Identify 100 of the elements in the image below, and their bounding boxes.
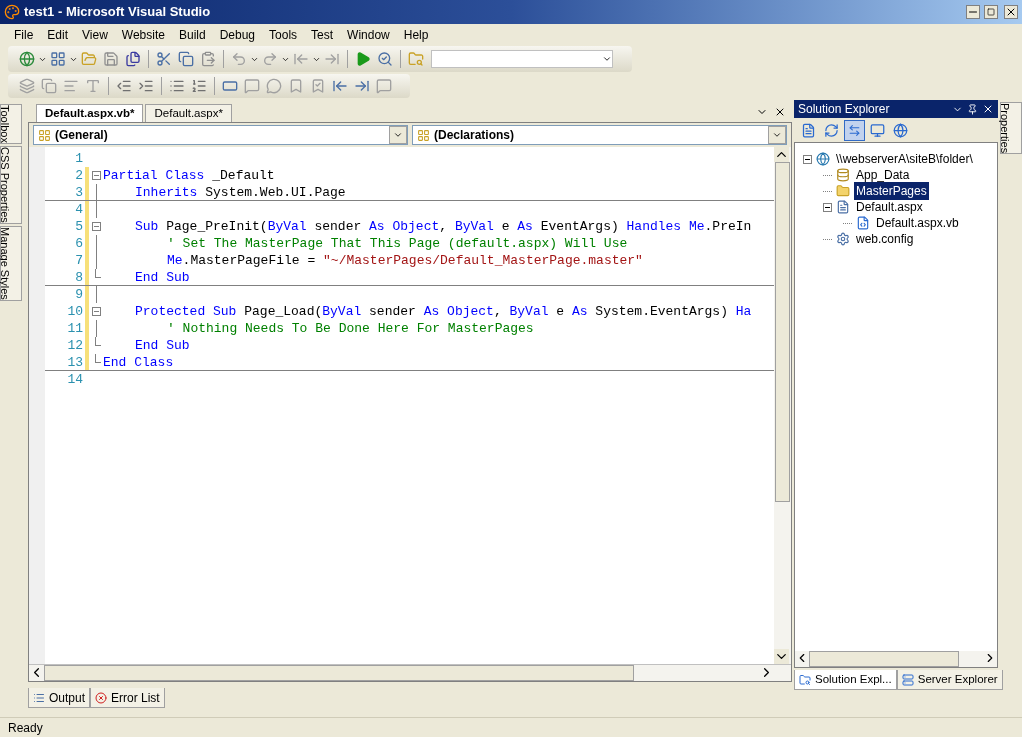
menu-item[interactable]: File — [8, 26, 40, 44]
bookmark-icon[interactable] — [310, 78, 326, 94]
code-line: Protected Sub Page_Load(ByVal sender As Object, ByVal e As System.EventArgs) Ha — [134, 303, 752, 320]
editor-tab[interactable]: Default.aspx* — [145, 104, 232, 122]
editor-tab[interactable]: Default.aspx.vb* — [36, 104, 144, 122]
bookmark-icon[interactable] — [288, 78, 304, 94]
folder-search-icon[interactable] — [408, 51, 424, 67]
line-number: 4 — [74, 201, 84, 218]
comment-icon[interactable] — [244, 78, 260, 94]
error-icon — [95, 691, 108, 704]
folder-icon — [836, 184, 850, 198]
menu-item[interactable]: Edit — [41, 26, 75, 44]
horizontal-scrollbar[interactable] — [795, 651, 997, 667]
window-title: test1 - Microsoft Visual Studio — [24, 3, 211, 22]
panel-tab[interactable]: Error List — [90, 688, 165, 708]
arrow-right-icon[interactable] — [354, 78, 370, 94]
save-all-icon[interactable] — [125, 51, 141, 67]
status-text: Ready — [8, 719, 43, 737]
caret-icon[interactable] — [602, 54, 612, 64]
scroll-thumb[interactable] — [809, 651, 959, 667]
collapse-icon[interactable] — [91, 171, 101, 180]
text-icon[interactable] — [85, 78, 101, 94]
line-number: 8 — [74, 269, 84, 285]
indent-icon[interactable] — [138, 78, 154, 94]
collapse-icon[interactable] — [91, 307, 101, 316]
arrow-left-icon[interactable] — [332, 78, 348, 94]
panel-tab[interactable]: Output — [28, 688, 91, 708]
panel-tab[interactable]: Solution Expl... — [794, 670, 897, 690]
maximize-button[interactable] — [984, 5, 998, 19]
copy-icon[interactable] — [41, 78, 57, 94]
menu-item[interactable]: Debug — [213, 26, 262, 44]
code-line: Sub Page_PreInit(ByVal sender As Object, ByVal e As EventArgs) Handles Me.PreIn — [134, 218, 752, 235]
layers-icon[interactable] — [19, 78, 35, 94]
menu-item[interactable]: Website — [115, 26, 171, 44]
search-icon[interactable] — [377, 51, 393, 67]
tree-item[interactable]: Default.aspx.vb — [874, 214, 961, 232]
panel-title: Solution Explorer — [798, 101, 891, 118]
close-icon[interactable] — [982, 103, 994, 115]
line-number: 13 — [66, 354, 84, 370]
panel-tab[interactable]: Server Explorer — [896, 670, 1003, 690]
play-icon[interactable] — [355, 51, 371, 67]
list-icon — [33, 691, 45, 704]
vertical-scrollbar[interactable] — [774, 147, 791, 664]
scroll-thumb[interactable] — [44, 665, 634, 681]
tree-item[interactable]: web.config — [854, 230, 916, 248]
paste-icon[interactable] — [200, 51, 216, 67]
menu-item[interactable]: Tools — [263, 26, 304, 44]
scroll-up-icon[interactable] — [774, 147, 789, 162]
globe-icon[interactable] — [19, 51, 35, 67]
copy-icon[interactable] — [178, 51, 194, 67]
code-line: Me.MasterPageFile = "~/MasterPages/Default_MasterPage.master" — [166, 252, 643, 269]
comment-icon[interactable] — [376, 78, 392, 94]
menu-item[interactable]: Window — [341, 26, 396, 44]
dropdown-field[interactable]: (Declarations) — [412, 125, 787, 145]
scroll-thumb[interactable] — [775, 162, 790, 502]
grid-icon — [38, 128, 51, 142]
line-number: 1 — [74, 150, 84, 167]
menu-item[interactable]: Help — [397, 26, 435, 44]
align-icon[interactable] — [63, 78, 79, 94]
line-number: 2 — [74, 167, 84, 184]
rectangle-icon[interactable] — [222, 78, 238, 94]
swap-icon[interactable] — [844, 119, 865, 141]
side-tab[interactable]: Properties — [1000, 102, 1022, 155]
cut-icon[interactable] — [156, 51, 172, 67]
expander-icon[interactable] — [823, 202, 832, 212]
close-icon[interactable] — [774, 106, 786, 118]
minimize-button[interactable] — [966, 5, 980, 19]
menu-item[interactable]: Test — [305, 26, 340, 44]
numbered-list-icon[interactable] — [191, 78, 207, 94]
save-icon[interactable] — [103, 51, 119, 67]
line-number: 14 — [66, 371, 84, 388]
code-line: End Sub — [134, 269, 190, 285]
server-icon — [901, 673, 914, 686]
menu-item[interactable]: View — [76, 26, 114, 44]
app-icon — [4, 4, 20, 20]
outdent-icon[interactable] — [116, 78, 132, 94]
list-icon[interactable] — [169, 78, 185, 94]
tree-item[interactable]: MasterPages — [854, 182, 929, 200]
dropdown-field[interactable]: (General) — [33, 125, 408, 145]
tree-item[interactable]: App_Data — [854, 166, 912, 184]
collapse-icon[interactable] — [91, 222, 101, 231]
page-icon — [836, 200, 850, 214]
grid-icon[interactable] — [50, 51, 66, 67]
expander-icon[interactable] — [803, 154, 812, 164]
menu-item[interactable]: Build — [172, 26, 212, 44]
code-line: ' Set The MasterPage That This Page (default.aspx) Will Use — [166, 235, 628, 252]
globe-icon — [816, 152, 830, 166]
code-line: Partial Class _Default — [103, 167, 275, 184]
tree-item[interactable]: Default.aspx — [854, 198, 925, 216]
line-number: 6 — [74, 235, 84, 252]
folder-search-icon — [799, 673, 811, 686]
horizontal-scrollbar[interactable] — [29, 664, 791, 681]
comment-icon[interactable] — [266, 78, 282, 94]
close-button[interactable] — [1004, 5, 1018, 19]
code-line: ' Nothing Needs To Be Done Here For MasterPages — [166, 320, 534, 337]
tree-item[interactable]: \\webserverA\siteB\folder\ — [834, 150, 975, 168]
pin-icon[interactable] — [967, 103, 978, 115]
code-line: Inherits System.Web.UI.Page — [134, 184, 346, 200]
scroll-down-icon[interactable] — [774, 649, 789, 664]
code-line: End Sub — [134, 337, 190, 354]
